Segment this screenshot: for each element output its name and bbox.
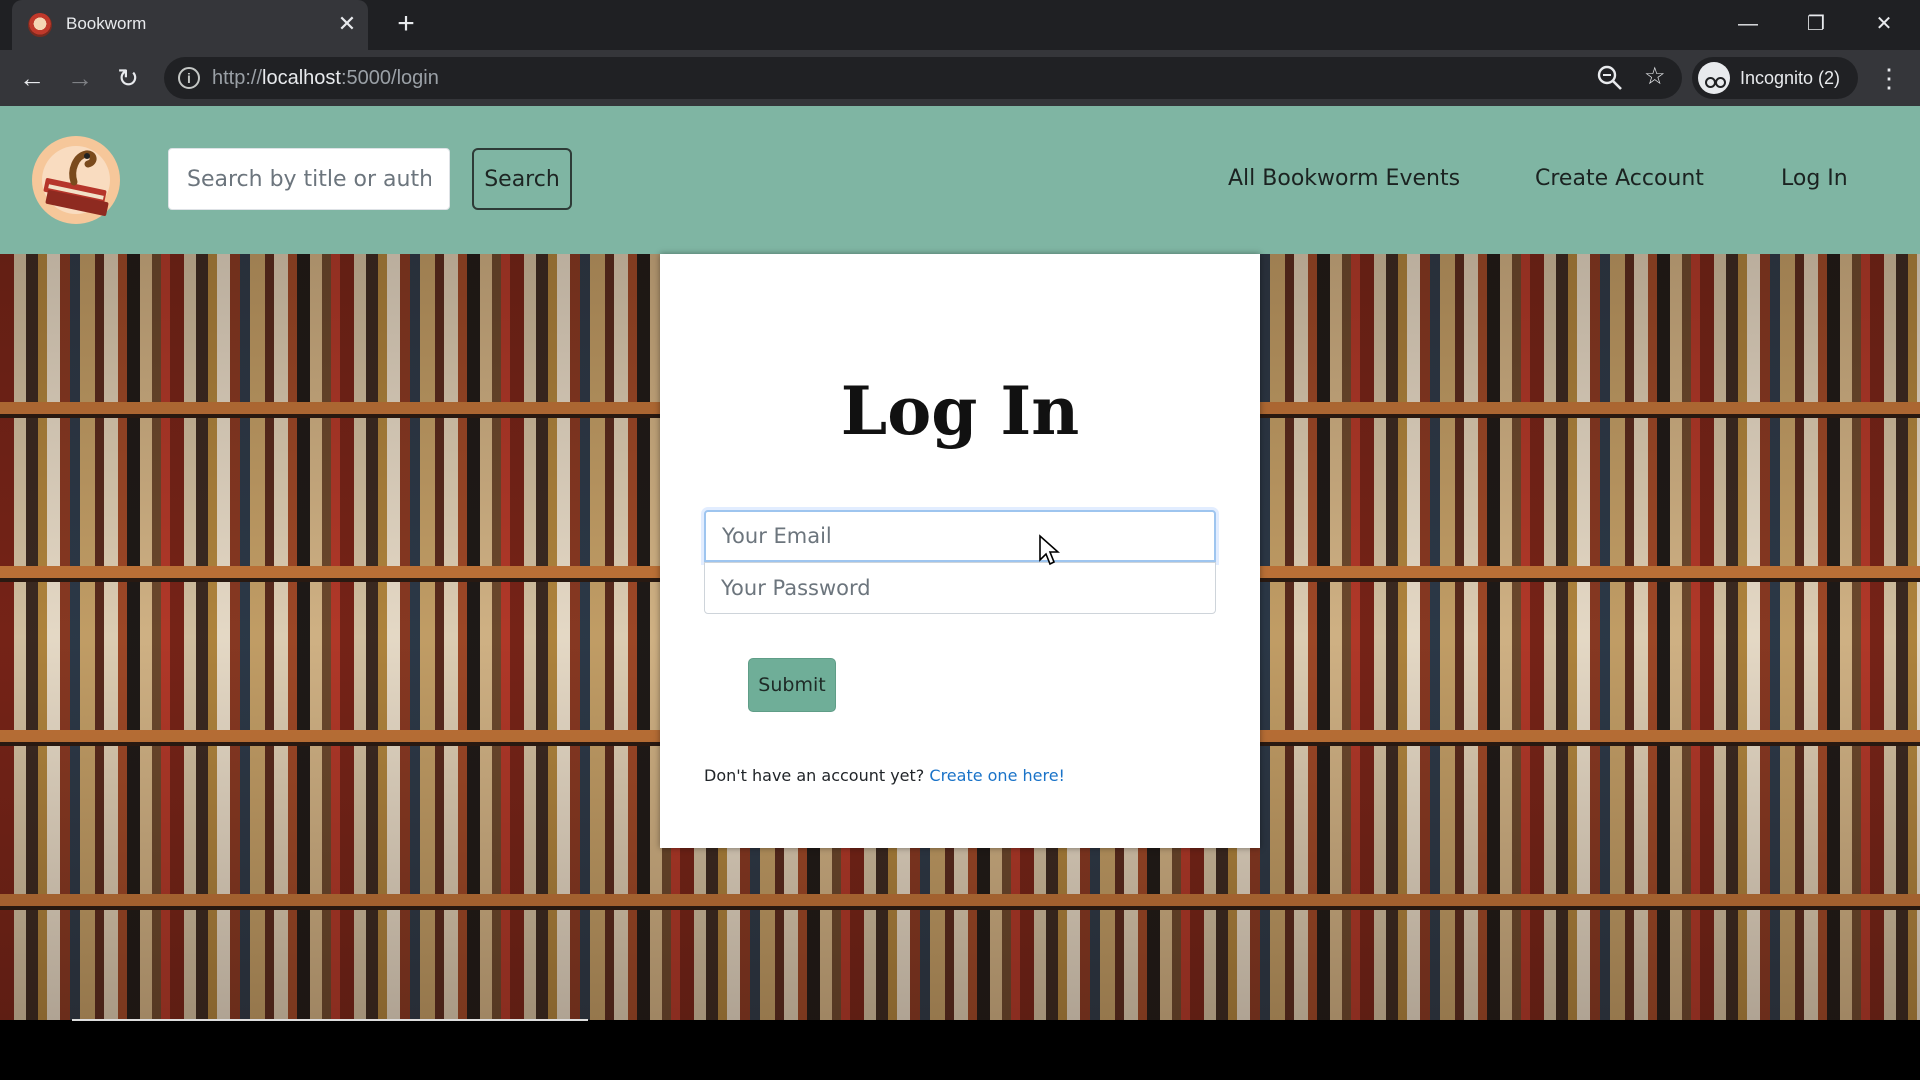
- url-host: localhost: [262, 67, 341, 89]
- create-account-link[interactable]: Create one here!: [929, 766, 1065, 785]
- tab-close-icon[interactable]: ✕: [334, 11, 360, 37]
- site-navbar: Search All Bookworm Events Create Accoun…: [0, 106, 1920, 254]
- signup-prompt-text: Don't have an account yet?: [704, 766, 925, 785]
- incognito-icon: [1698, 62, 1730, 94]
- close-window-button[interactable]: ✕: [1864, 8, 1904, 40]
- minimize-window-button[interactable]: —: [1728, 8, 1768, 40]
- address-url[interactable]: http://localhost:5000/login: [212, 67, 439, 90]
- page-title: Log In: [840, 372, 1080, 450]
- restore-window-button[interactable]: ❐: [1796, 8, 1836, 40]
- site-info-icon[interactable]: i: [178, 67, 200, 89]
- back-arrow-icon[interactable]: ←: [16, 63, 48, 95]
- progress-line: [72, 1019, 588, 1021]
- incognito-label: Incognito (2): [1740, 68, 1841, 88]
- more-menu-icon[interactable]: ⋮: [1876, 63, 1902, 93]
- search-input[interactable]: [168, 148, 450, 210]
- browser-tab-strip: Bookworm ✕ + — ❐ ✕: [0, 0, 1920, 50]
- incognito-profile-button[interactable]: Incognito (2): [1692, 57, 1858, 99]
- nav-link-create-account[interactable]: Create Account: [1535, 166, 1704, 191]
- url-scheme: http://: [212, 67, 263, 89]
- search-button[interactable]: Search: [472, 148, 572, 210]
- url-path: :5000/login: [340, 67, 439, 89]
- browser-toolbar: ← → ↻ i http://localhost:5000/login ☆ In…: [0, 50, 1920, 106]
- login-card: Log In Submit Don't have an account yet?…: [660, 254, 1260, 848]
- bookworm-logo[interactable]: [30, 134, 122, 226]
- submit-button[interactable]: Submit: [748, 658, 836, 712]
- signup-prompt: Don't have an account yet? Create one he…: [704, 766, 1065, 785]
- browser-tab[interactable]: Bookworm ✕: [12, 0, 368, 50]
- email-field[interactable]: [704, 510, 1216, 562]
- nav-link-events[interactable]: All Bookworm Events: [1228, 166, 1460, 191]
- bottom-black-bar: [0, 1020, 1920, 1080]
- address-bar[interactable]: i http://localhost:5000/login ☆: [164, 57, 1682, 99]
- mouse-cursor-icon: [1039, 534, 1060, 566]
- reload-icon[interactable]: ↻: [112, 63, 144, 95]
- page-viewport: Search All Bookworm Events Create Accoun…: [0, 106, 1920, 1020]
- star-icon[interactable]: ☆: [1644, 62, 1666, 91]
- tab-title: Bookworm: [66, 14, 147, 33]
- forward-arrow-icon[interactable]: →: [64, 63, 96, 95]
- zoom-icon[interactable]: [1596, 64, 1624, 92]
- bookworm-favicon-icon: [28, 13, 52, 37]
- nav-link-log-in[interactable]: Log In: [1781, 166, 1848, 191]
- password-field[interactable]: [704, 562, 1216, 614]
- new-tab-button[interactable]: +: [390, 9, 422, 41]
